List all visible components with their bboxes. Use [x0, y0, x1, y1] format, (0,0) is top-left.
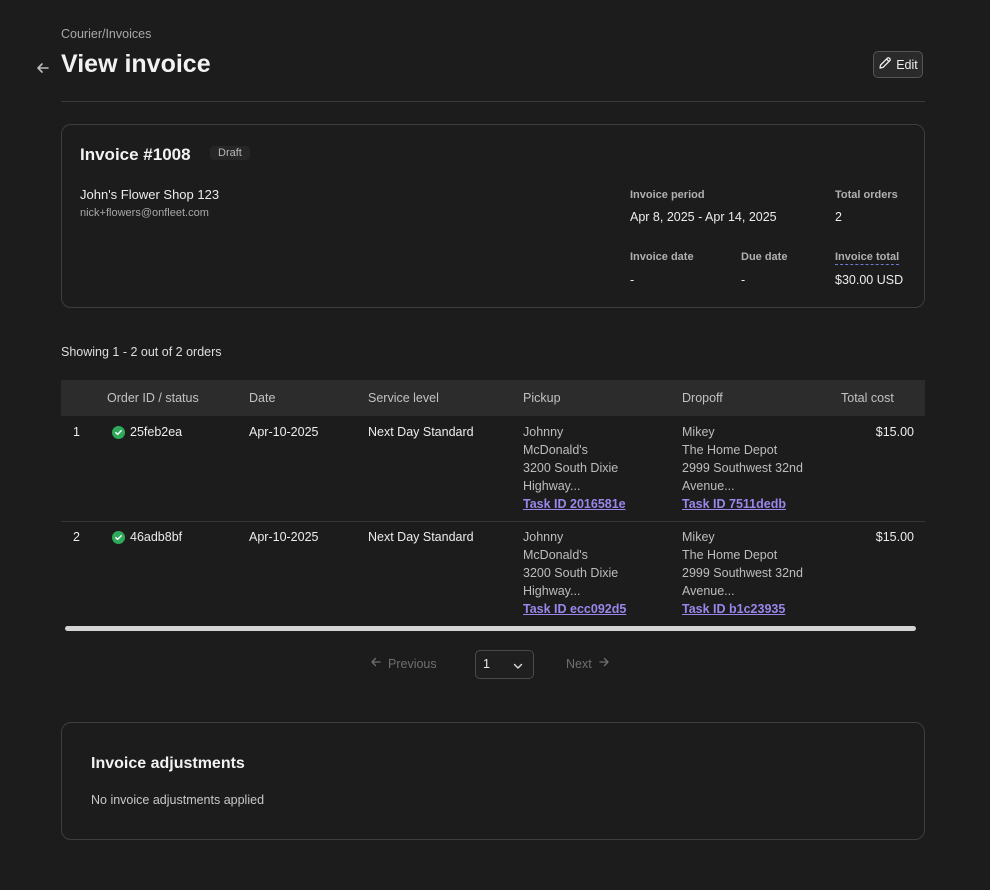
- arrow-left-icon: [370, 656, 382, 671]
- pencil-icon: [878, 56, 892, 73]
- results-count: Showing 1 - 2 out of 2 orders: [61, 345, 222, 359]
- due-date-value: -: [741, 273, 746, 287]
- order-id[interactable]: 46adb8bf: [130, 528, 182, 546]
- total-orders-value: 2: [835, 210, 842, 224]
- status-check-icon: [112, 531, 125, 544]
- order-id[interactable]: 25feb2ea: [130, 423, 182, 441]
- pickup-name: Johnny: [523, 425, 564, 439]
- edit-button[interactable]: Edit: [873, 51, 923, 78]
- shop-email: nick+flowers@onfleet.com: [80, 207, 209, 219]
- dropoff-place: The Home Depot: [682, 548, 778, 562]
- pickup-place: McDonald's: [523, 443, 588, 457]
- pickup-cell: Johnny McDonald's 3200 South Dixie Highw…: [523, 528, 626, 618]
- invoice-period-value: Apr 8, 2025 - Apr 14, 2025: [630, 210, 777, 224]
- dropoff-address-line1: 2999 Southwest 32nd: [682, 461, 803, 475]
- dropoff-address-line2: Avenue...: [682, 479, 735, 493]
- column-header-dropoff: Dropoff: [682, 391, 723, 405]
- previous-label: Previous: [388, 656, 437, 671]
- dropoff-cell: Mikey The Home Depot 2999 Southwest 32nd…: [682, 423, 803, 513]
- dropoff-task-link[interactable]: Task ID b1c23935: [682, 600, 803, 618]
- pickup-task-link[interactable]: Task ID ecc092d5: [523, 600, 626, 618]
- dropoff-task-link[interactable]: Task ID 7511dedb: [682, 495, 803, 513]
- dropoff-address-line1: 2999 Southwest 32nd: [682, 566, 803, 580]
- invoice-summary-card: Invoice #1008 Draft John's Flower Shop 1…: [61, 124, 925, 308]
- page-select-value: 1: [483, 657, 490, 671]
- service-level: Next Day Standard: [368, 425, 474, 439]
- row-index: 2: [73, 530, 80, 544]
- due-date-label: Due date: [741, 251, 788, 263]
- order-date: Apr-10-2025: [249, 530, 319, 544]
- dropoff-cell: Mikey The Home Depot 2999 Southwest 32nd…: [682, 528, 803, 618]
- page-title: View invoice: [61, 50, 211, 78]
- dropoff-name: Mikey: [682, 425, 715, 439]
- dropoff-name: Mikey: [682, 530, 715, 544]
- service-level: Next Day Standard: [368, 530, 474, 544]
- row-index: 1: [73, 425, 80, 439]
- column-header-service: Service level: [368, 391, 439, 405]
- pickup-address-line2: Highway...: [523, 584, 581, 598]
- column-header-total-cost: Total cost: [841, 391, 894, 405]
- adjustments-empty-text: No invoice adjustments applied: [91, 793, 265, 807]
- chevron-down-icon: [513, 660, 523, 674]
- invoice-date-label: Invoice date: [630, 251, 694, 263]
- column-header-order: Order ID / status: [107, 391, 199, 405]
- dropoff-place: The Home Depot: [682, 443, 778, 457]
- invoice-adjustments-card: Invoice adjustments No invoice adjustmen…: [61, 722, 925, 840]
- back-arrow-icon[interactable]: [34, 59, 52, 77]
- horizontal-scrollbar[interactable]: [65, 626, 916, 631]
- pickup-address-line2: Highway...: [523, 479, 581, 493]
- status-check-icon: [112, 426, 125, 439]
- column-header-date: Date: [249, 391, 276, 405]
- previous-page-button[interactable]: Previous: [370, 656, 437, 671]
- table-row[interactable]: 1 25feb2ea Apr-10-2025 Next Day Standard…: [61, 416, 925, 522]
- arrow-right-icon: [598, 656, 610, 671]
- breadcrumb[interactable]: Courier/Invoices: [61, 27, 151, 41]
- invoice-total-label[interactable]: Invoice total: [835, 251, 900, 265]
- invoice-period-label: Invoice period: [630, 189, 705, 201]
- pickup-place: McDonald's: [523, 548, 588, 562]
- column-header-pickup: Pickup: [523, 391, 561, 405]
- edit-button-label: Edit: [896, 57, 918, 72]
- adjustments-title: Invoice adjustments: [91, 755, 245, 772]
- next-page-button[interactable]: Next: [566, 656, 610, 671]
- shop-name: John's Flower Shop 123: [80, 187, 220, 202]
- table-row[interactable]: 2 46adb8bf Apr-10-2025 Next Day Standard…: [61, 521, 925, 626]
- invoice-title: Invoice #1008: [80, 145, 191, 164]
- table-header: Order ID / status Date Service level Pic…: [61, 380, 925, 416]
- total-orders-label: Total orders: [835, 189, 898, 201]
- total-cost: $15.00: [875, 425, 914, 439]
- page-select[interactable]: 1: [475, 650, 534, 679]
- order-date: Apr-10-2025: [249, 425, 319, 439]
- total-cost: $15.00: [875, 530, 914, 544]
- next-label: Next: [566, 656, 592, 671]
- invoice-date-value: -: [630, 273, 635, 287]
- pickup-cell: Johnny McDonald's 3200 South Dixie Highw…: [523, 423, 626, 513]
- dropoff-address-line2: Avenue...: [682, 584, 735, 598]
- invoice-total-value: $30.00 USD: [835, 273, 904, 287]
- pickup-task-link[interactable]: Task ID 2016581e: [523, 495, 626, 513]
- pickup-address-line1: 3200 South Dixie: [523, 566, 619, 580]
- status-badge: Draft: [210, 146, 250, 160]
- pickup-name: Johnny: [523, 530, 564, 544]
- pickup-address-line1: 3200 South Dixie: [523, 461, 619, 475]
- header-divider: [61, 101, 925, 102]
